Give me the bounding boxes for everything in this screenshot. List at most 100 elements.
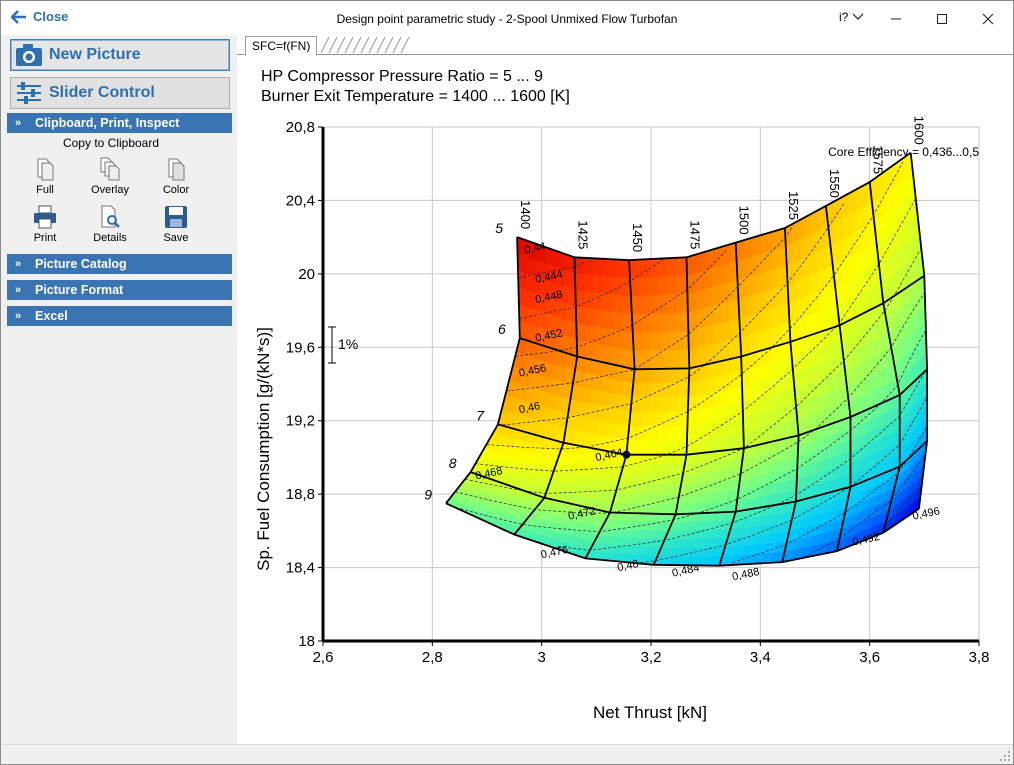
y-tick-label: 20,4 xyxy=(286,192,315,209)
copy-overlay-button[interactable]: Overlay xyxy=(82,157,138,205)
surface-cell xyxy=(657,425,669,441)
surface-cell xyxy=(695,289,706,311)
window-close-button[interactable] xyxy=(965,5,1011,33)
surface-cell xyxy=(608,407,621,425)
clipboard-title: Copy to Clipboard xyxy=(62,136,160,150)
surface-cell xyxy=(697,378,707,396)
surface-cell xyxy=(612,311,624,332)
surface-cell xyxy=(670,349,681,369)
surface-cell xyxy=(705,324,715,347)
surface-cell xyxy=(777,470,788,484)
surface-cell xyxy=(611,379,624,396)
app-window: Close Design point parametric study - 2-… xyxy=(0,0,1014,765)
surface-cell xyxy=(670,368,681,384)
slider-control-button[interactable]: Slider Control xyxy=(10,77,230,109)
surface-cell xyxy=(667,257,678,277)
surface-cell xyxy=(715,435,726,452)
surface-cell xyxy=(602,293,614,313)
surface-cell xyxy=(751,235,762,257)
surface-cell xyxy=(602,275,613,295)
surface-cell xyxy=(668,397,680,412)
copy-overlay-icon xyxy=(100,157,120,181)
surface-cell xyxy=(612,294,623,314)
surface-cell xyxy=(799,351,811,371)
slider-control-label: Slider Control xyxy=(49,84,155,101)
minimize-button[interactable] xyxy=(873,5,919,33)
copy-color-button[interactable]: Color xyxy=(148,157,204,205)
surface-cell xyxy=(574,257,585,275)
x-tick-label: 2,8 xyxy=(422,649,443,666)
y-tick-label: 19,6 xyxy=(286,339,315,356)
surface-cell xyxy=(585,341,597,361)
save-label: Save xyxy=(163,232,189,244)
details-button[interactable]: Details xyxy=(82,205,138,253)
copy-color-label: Color xyxy=(162,184,190,196)
surface-cell xyxy=(766,361,777,381)
surface-cell xyxy=(642,350,654,370)
surface-cell xyxy=(593,275,604,294)
status-bar xyxy=(1,744,1013,764)
section-clipboard[interactable]: » Clipboard, Print, Inspect xyxy=(7,113,232,133)
section-picture-format[interactable]: » Picture Format xyxy=(7,280,232,300)
surface-cell xyxy=(711,266,722,288)
section-picture-catalog-label: Picture Catalog xyxy=(35,257,127,271)
main-area: SFC=f(FN) HP Compressor Pressure Ratio =… xyxy=(237,35,1013,744)
burner-temp-label: 1400 xyxy=(518,200,533,229)
tab-strip: SFC=f(FN) xyxy=(237,35,1013,56)
surface-cell xyxy=(661,350,672,370)
surface-cell xyxy=(732,371,743,389)
surface-cell xyxy=(778,406,789,425)
surface-cell xyxy=(758,379,769,399)
surface-cell xyxy=(648,276,660,297)
surface-cell xyxy=(748,332,758,355)
surface-cell xyxy=(743,237,754,260)
resize-grip-icon[interactable] xyxy=(999,750,1011,762)
save-button[interactable]: Save xyxy=(148,205,204,253)
surface-cell xyxy=(687,291,697,314)
surface-cell xyxy=(598,405,611,423)
surface-cell xyxy=(712,303,723,326)
y-tick-label: 18 xyxy=(298,633,315,650)
surface-cell xyxy=(768,392,779,412)
surface-cell xyxy=(771,287,781,309)
x-axis-label: Net Thrust [kN] xyxy=(593,703,707,722)
surface-cell xyxy=(610,258,622,278)
maximize-button[interactable] xyxy=(919,5,965,33)
surface-cell xyxy=(659,382,671,398)
surface-cell xyxy=(812,395,824,415)
surface-cell xyxy=(667,276,679,296)
surface-cell xyxy=(711,460,724,473)
surface-cell xyxy=(583,257,594,276)
surface-cell xyxy=(575,290,586,309)
section-picture-catalog[interactable]: » Picture Catalog xyxy=(7,254,232,274)
surface-cell xyxy=(602,376,615,394)
surface-cell xyxy=(646,440,658,455)
x-tick-label: 3 xyxy=(537,649,545,666)
surface-cell xyxy=(660,331,671,351)
copy-full-button[interactable]: Full xyxy=(17,157,73,205)
section-excel[interactable]: » Excel xyxy=(7,306,232,326)
surface-cell xyxy=(592,258,603,277)
burner-temp-label: 1425 xyxy=(576,220,591,249)
surface-cell xyxy=(640,313,652,333)
copy-overlay-label: Overlay xyxy=(91,184,129,196)
surface-cell xyxy=(723,373,734,391)
surface-cell xyxy=(678,331,690,351)
surface-cell xyxy=(704,305,715,328)
surface-cell xyxy=(723,388,734,406)
surface-cell xyxy=(706,377,716,395)
surface-cell xyxy=(586,417,599,435)
efficiency-value-label: 0,488 xyxy=(731,566,760,583)
surface-cell xyxy=(604,327,615,348)
surface-cell xyxy=(600,391,613,409)
print-button[interactable]: Print xyxy=(17,205,73,253)
scale-marker: 1% xyxy=(328,326,358,364)
surface-cell xyxy=(651,368,663,384)
new-picture-button[interactable]: New Picture xyxy=(10,39,230,71)
surface-cell xyxy=(741,369,751,388)
surface-cell xyxy=(650,382,662,398)
help-button[interactable]: i? xyxy=(839,10,864,24)
tab-sfc-fn[interactable]: SFC=f(FN) xyxy=(245,36,318,56)
surface-cell xyxy=(594,309,605,329)
surface-cell xyxy=(638,258,650,279)
